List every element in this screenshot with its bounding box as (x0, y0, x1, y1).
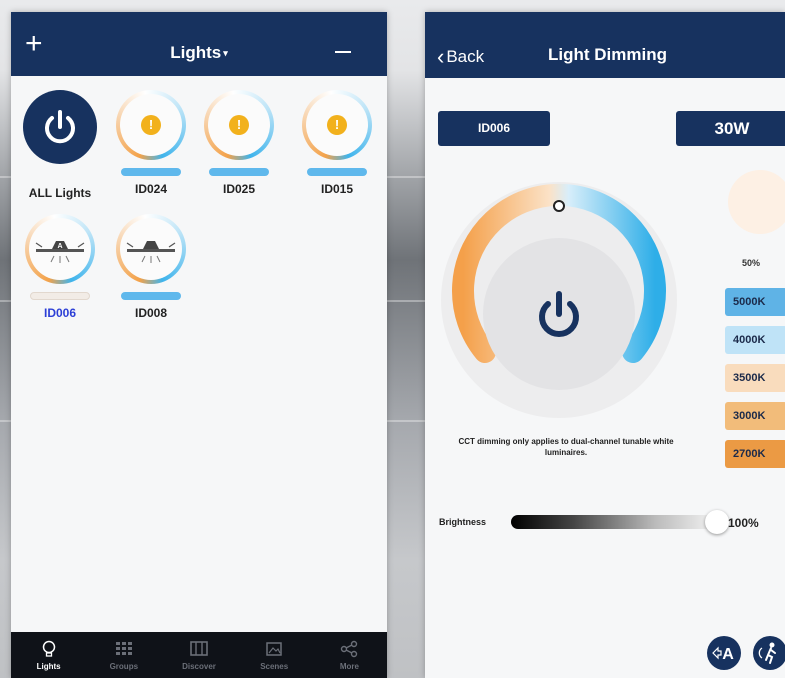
wattage-button[interactable]: 30W (676, 111, 785, 146)
caret-down-icon: ▾ (223, 48, 228, 58)
level-bar (121, 292, 181, 300)
svg-text:A: A (722, 646, 734, 663)
brightness-thumb[interactable] (705, 510, 729, 534)
light-tile-id008[interactable]: ID008 (108, 214, 194, 320)
warning-icon: ! (229, 115, 249, 135)
warning-icon: ! (141, 115, 161, 135)
light-ring (116, 214, 186, 284)
tile-label: ID008 (134, 306, 168, 320)
auto-icon: A (712, 646, 734, 663)
level-bar (209, 168, 269, 176)
level-bar (30, 292, 90, 300)
tab-groups[interactable]: Groups (86, 632, 161, 678)
light-tile-id006[interactable]: A ID006 (17, 214, 103, 320)
back-button[interactable]: ‹ Back (437, 44, 484, 70)
motion-sensor-button[interactable] (753, 636, 785, 670)
tab-bar: Lights Groups Discover Scenes More (11, 632, 387, 678)
color-preview-swatch (728, 170, 785, 234)
tile-label: ID024 (134, 182, 168, 196)
light-ring: ! (116, 90, 186, 160)
bulb-icon (42, 640, 55, 657)
tile-label: ID015 (320, 182, 354, 196)
brightness-slider[interactable] (511, 515, 717, 529)
light-dimming-screen: ‹ Back Light Dimming ID006 30W 50% 5000K 4… (425, 12, 785, 678)
device-id-badge: ID006 (438, 111, 550, 146)
cct-option-5000k[interactable]: 5000K (725, 288, 785, 316)
cct-note: CCT dimming only applies to dual-channel… (458, 437, 674, 457)
all-lights-tile[interactable]: ALL Lights (17, 90, 103, 200)
brightness-value: 100% (728, 516, 759, 530)
fixture-icon (126, 241, 176, 263)
dial-knob (553, 200, 565, 212)
cct-option-4000k[interactable]: 4000K (725, 326, 785, 354)
tab-label: Groups (109, 662, 139, 671)
tab-label: Discover (182, 662, 216, 671)
tab-label: More (339, 662, 359, 671)
share-icon (341, 640, 358, 658)
svg-text:A: A (57, 243, 62, 250)
lights-screen: + Lights ▾ ALL Lights ! ID024 ! ID025 ! I… (11, 12, 387, 678)
light-ring: ! (204, 90, 274, 160)
tab-scenes[interactable]: Scenes (237, 632, 312, 678)
back-label: Back (446, 47, 485, 66)
cct-option-3000k[interactable]: 3000K (725, 402, 785, 430)
image-icon (266, 642, 282, 656)
page-title: Lights (170, 43, 222, 62)
light-tile-id025[interactable]: ! ID025 (196, 90, 282, 196)
minus-icon[interactable] (335, 51, 351, 53)
percent-label: 50% (742, 258, 761, 268)
tab-lights[interactable]: Lights (11, 632, 86, 678)
tab-more[interactable]: More (312, 632, 387, 678)
grid-icon (115, 642, 132, 655)
lights-title-dropdown[interactable]: Lights ▾ (11, 43, 387, 63)
tile-label: ID025 (222, 182, 256, 196)
person-walk-icon (758, 642, 776, 664)
chevron-left-icon: ‹ (437, 44, 445, 69)
dimming-header: ‹ Back Light Dimming (425, 12, 785, 78)
page-title: Light Dimming (548, 45, 667, 64)
tile-label: ALL Lights (28, 186, 92, 200)
level-bar (121, 168, 181, 176)
cct-option-2700k[interactable]: 2700K (725, 440, 785, 468)
fixture-icon: A (35, 241, 85, 263)
auto-mode-button[interactable]: A (707, 636, 741, 670)
level-bar (307, 168, 367, 176)
tab-discover[interactable]: Discover (161, 632, 236, 678)
tab-label: Lights (36, 662, 61, 671)
cct-option-3500k[interactable]: 3500K (725, 364, 785, 392)
panel-icon (190, 641, 208, 656)
brightness-label: Brightness (439, 517, 487, 527)
warning-icon: ! (327, 115, 347, 135)
light-tile-id015[interactable]: ! ID015 (294, 90, 380, 196)
tab-label: Scenes (260, 662, 289, 671)
lights-header: + Lights ▾ (11, 12, 387, 76)
cct-dial[interactable] (439, 178, 679, 422)
power-icon[interactable] (23, 90, 97, 164)
tile-label: ID006 (43, 306, 77, 320)
light-ring: ! (302, 90, 372, 160)
light-ring: A (25, 214, 95, 284)
light-tile-id024[interactable]: ! ID024 (108, 90, 194, 196)
